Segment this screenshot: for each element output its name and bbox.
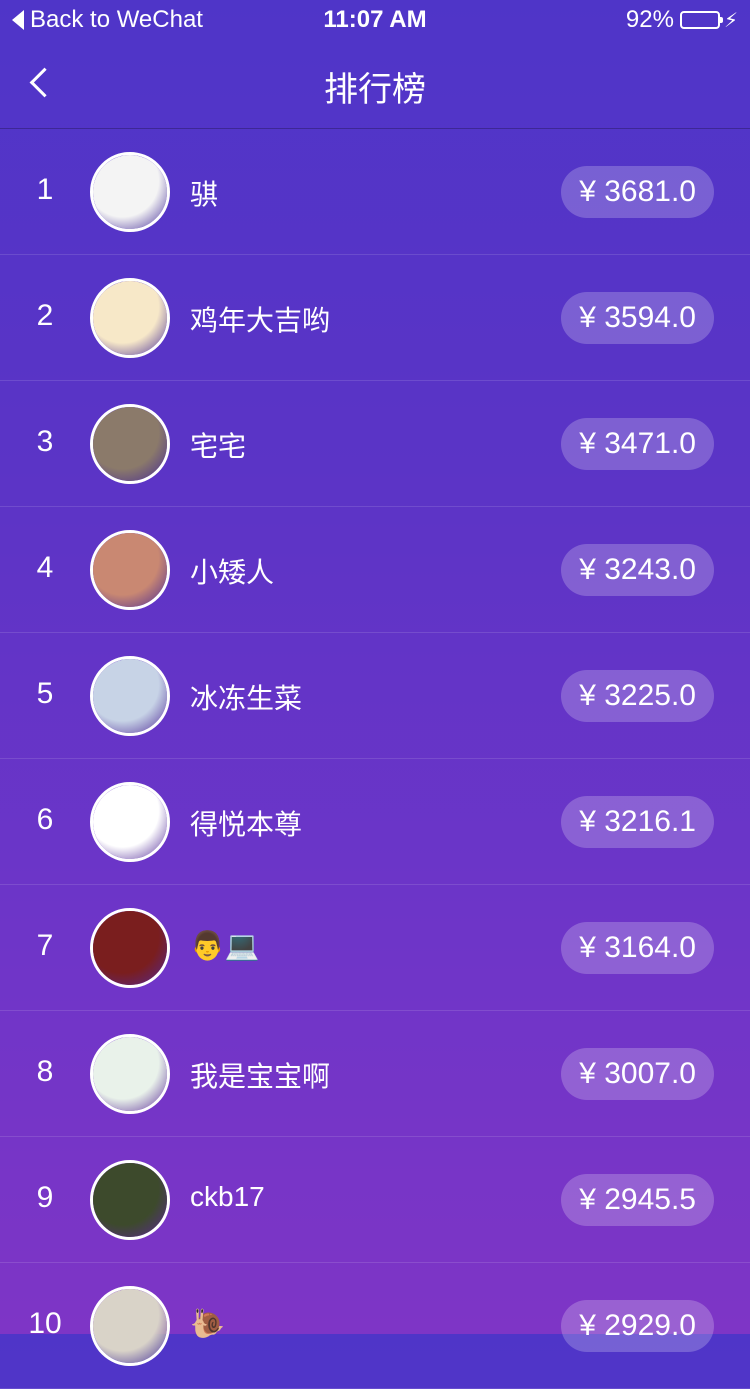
rank-number: 3 [36, 425, 54, 458]
user-name: 小矮人 [190, 557, 275, 588]
ranking-row[interactable]: 3 宅宅 ¥ 3471.0 [0, 381, 750, 507]
user-name: 🐌 [190, 1308, 225, 1339]
page-title: 排行榜 [324, 71, 426, 109]
battery-icon [679, 11, 723, 29]
battery-percent: 92% [625, 6, 674, 33]
amount-badge: ¥ 3243.0 [561, 544, 714, 596]
rank-number: 5 [36, 677, 54, 710]
avatar[interactable] [90, 782, 170, 862]
avatar[interactable] [90, 1034, 170, 1114]
ranking-row[interactable]: 2 鸡年大吉哟 ¥ 3594.0 [0, 255, 750, 381]
ranking-row[interactable]: 4 小矮人 ¥ 3243.0 [0, 507, 750, 633]
avatar[interactable] [90, 152, 170, 232]
user-name: 宅宅 [190, 431, 247, 462]
avatar[interactable] [90, 656, 170, 736]
amount-badge: ¥ 3007.0 [561, 1048, 714, 1100]
amount-badge: ¥ 3594.0 [561, 292, 714, 344]
ranking-row[interactable]: 10 🐌 ¥ 2929.0 [0, 1263, 750, 1389]
user-name: 👨💻 [190, 930, 260, 961]
user-name: 得悦本尊 [190, 809, 303, 840]
amount-badge: ¥ 3225.0 [561, 670, 714, 722]
avatar[interactable] [90, 530, 170, 610]
nav-bar: 排行榜 [0, 40, 750, 129]
amount-badge: ¥ 3471.0 [561, 418, 714, 470]
ranking-row[interactable]: 9 ckb17 ¥ 2945.5 [0, 1137, 750, 1263]
amount-badge: ¥ 3164.0 [561, 922, 714, 974]
ranking-row[interactable]: 7 👨💻 ¥ 3164.0 [0, 885, 750, 1011]
amount-badge: ¥ 3216.1 [561, 796, 714, 848]
rank-number: 1 [36, 173, 54, 206]
user-name: 骐 [190, 179, 219, 210]
status-right: 92% ⚡ [626, 6, 738, 34]
amount-badge: ¥ 3681.0 [561, 166, 714, 218]
rank-number: 7 [36, 929, 54, 962]
user-name: 我是宝宝啊 [190, 1061, 331, 1092]
rank-number: 6 [36, 803, 54, 836]
ranking-row[interactable]: 6 得悦本尊 ¥ 3216.1 [0, 759, 750, 885]
avatar[interactable] [90, 908, 170, 988]
rank-number: 9 [36, 1181, 54, 1214]
avatar[interactable] [90, 1160, 170, 1240]
ranking-row[interactable]: 8 我是宝宝啊 ¥ 3007.0 [0, 1011, 750, 1137]
charging-bolt-icon: ⚡ [723, 9, 738, 32]
ranking-list: 1 骐 ¥ 3681.0 2 鸡年大吉哟 ¥ 3594.0 3 宅宅 ¥ 3471.0 4 小矮人 ¥… [0, 129, 750, 1389]
rank-number: 8 [36, 1055, 54, 1088]
user-name: 鸡年大吉哟 [190, 305, 331, 336]
ranking-row[interactable]: 5 冰冻生菜 ¥ 3225.0 [0, 633, 750, 759]
user-name: 冰冻生菜 [190, 683, 303, 714]
avatar[interactable] [90, 404, 170, 484]
ranking-row[interactable]: 1 骐 ¥ 3681.0 [0, 129, 750, 255]
rank-number: 4 [36, 551, 54, 584]
rank-number: 2 [36, 299, 54, 332]
rank-number: 10 [28, 1307, 62, 1340]
avatar[interactable] [90, 1286, 170, 1366]
amount-badge: ¥ 2929.0 [561, 1300, 714, 1352]
user-name: ckb17 [190, 1181, 265, 1212]
avatar[interactable] [90, 278, 170, 358]
amount-badge: ¥ 2945.5 [561, 1174, 714, 1226]
status-bar: Back to WeChat 11:07 AM 92% ⚡ [0, 0, 750, 40]
